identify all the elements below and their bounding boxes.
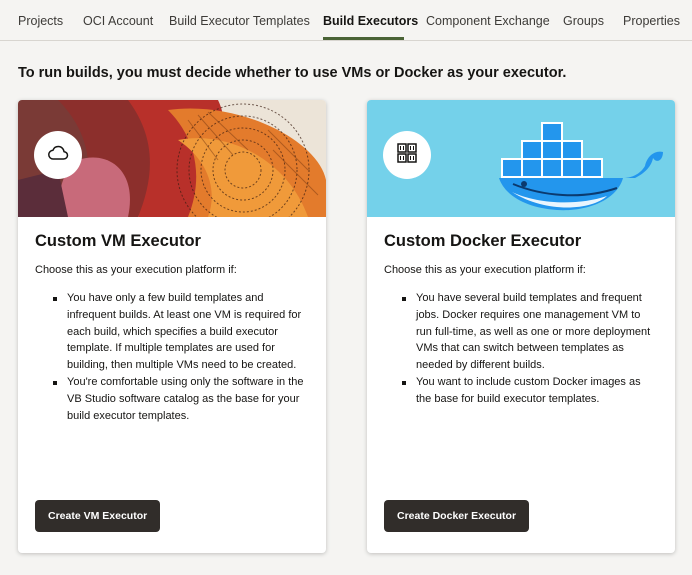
docker-card-intro: Choose this as your execution platform i… (384, 264, 586, 276)
tab-properties[interactable]: Properties (623, 14, 680, 28)
docker-card-title: Custom Docker Executor (384, 232, 582, 250)
list-item: You have only a few build templates and … (51, 290, 306, 374)
docker-executor-card: Custom Docker Executor Choose this as yo… (367, 100, 675, 553)
tab-groups[interactable]: Groups (563, 14, 604, 28)
list-item: You're comfortable using only the softwa… (51, 374, 306, 424)
list-item: You have several build templates and fre… (400, 290, 655, 374)
tab-build-executors[interactable]: Build Executors (323, 14, 418, 28)
active-tab-indicator (323, 37, 404, 40)
list-item: You want to include custom Docker images… (400, 374, 655, 408)
tab-component-exchange[interactable]: Component Exchange (426, 14, 550, 28)
docker-card-bullet-list: You have several build templates and fre… (400, 290, 655, 408)
cloud-icon (46, 141, 70, 170)
container-grid-icon (396, 142, 418, 169)
vm-executor-card: Custom VM Executor Choose this as your e… (18, 100, 326, 553)
create-vm-executor-button[interactable]: Create VM Executor (35, 500, 161, 532)
page-headline: To run builds, you must decide whether t… (18, 65, 567, 81)
tab-build-executor-templates[interactable]: Build Executor Templates (169, 14, 310, 28)
tab-oci-account[interactable]: OCI Account (83, 14, 153, 28)
vm-icon-badge (34, 131, 82, 179)
vm-card-title: Custom VM Executor (35, 232, 201, 250)
tab-bar: Projects OCI Account Build Executor Temp… (0, 0, 692, 41)
vm-card-intro: Choose this as your execution platform i… (35, 264, 237, 276)
tab-projects[interactable]: Projects (18, 14, 63, 28)
vm-card-bullet-list: You have only a few build templates and … (51, 290, 306, 424)
docker-icon-badge (383, 131, 431, 179)
create-docker-executor-button[interactable]: Create Docker Executor (384, 500, 530, 532)
